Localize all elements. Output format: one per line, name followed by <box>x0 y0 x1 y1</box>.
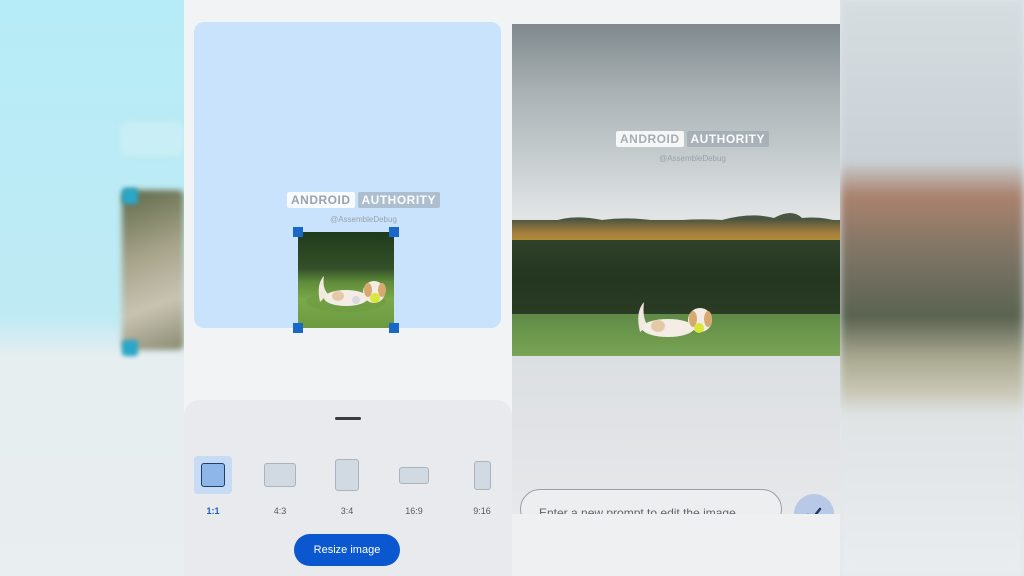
crop-handle-top-right[interactable] <box>389 227 399 237</box>
portrait-shape-icon <box>335 459 359 491</box>
dog-illustration <box>638 302 712 337</box>
crop-handle-top-left[interactable] <box>293 227 303 237</box>
crop-handle-bottom-left[interactable] <box>293 323 303 333</box>
bottom-strip <box>512 514 840 576</box>
result-preview-panel: ANDROID AUTHORITY @AssembleDebug Enter a… <box>512 0 840 534</box>
blurred-background-left <box>0 0 184 576</box>
expanded-image[interactable]: ANDROID AUTHORITY @AssembleDebug <box>512 24 840 356</box>
blurred-background-right <box>840 0 1024 576</box>
preview-top-bar <box>512 0 840 24</box>
treeline <box>512 220 840 240</box>
resize-canvas[interactable]: ANDROID AUTHORITY @AssembleDebug <box>194 22 501 333</box>
crop-handle-bottom-right[interactable] <box>389 323 399 333</box>
watermark-brand-part1: ANDROID <box>616 131 684 147</box>
aspect-ratio-9-16[interactable]: 9:16 <box>460 456 504 516</box>
watermark-handle: @AssembleDebug <box>330 215 397 224</box>
blurred-handle <box>122 188 138 204</box>
watermark-brand-part1: ANDROID <box>287 192 355 208</box>
watermark-brand-part2: AUTHORITY <box>686 131 769 147</box>
resize-image-button[interactable]: Resize image <box>294 534 400 566</box>
watermark-handle: @AssembleDebug <box>659 154 726 163</box>
resize-editor-panel: ANDROID AUTHORITY @AssembleDebug 1:1 4:3… <box>184 0 512 576</box>
aspect-ratio-1-1[interactable]: 1:1 <box>191 456 235 516</box>
wide-shape-icon <box>399 466 429 484</box>
square-shape-icon <box>201 463 225 487</box>
sheet-drag-handle[interactable] <box>335 417 361 420</box>
watermark: ANDROID AUTHORITY @AssembleDebug <box>287 192 440 224</box>
aspect-ratio-label: 4:3 <box>273 506 287 516</box>
aspect-ratio-sheet: 1:1 4:3 3:4 16:9 9:16 Resize image <box>184 400 512 576</box>
aspect-ratio-label: 9:16 <box>473 506 491 516</box>
aspect-ratio-label: 3:4 <box>340 506 354 516</box>
aspect-ratio-16-9[interactable]: 16:9 <box>392 456 436 516</box>
aspect-ratio-4-3[interactable]: 4:3 <box>258 456 302 516</box>
blurred-thumbnail <box>122 190 184 350</box>
source-image-thumbnail[interactable] <box>298 232 394 328</box>
blurred-chip <box>120 122 184 156</box>
aspect-ratio-label: 16:9 <box>405 506 423 516</box>
dog-illustration <box>306 276 386 312</box>
aspect-ratio-label: 1:1 <box>206 506 220 516</box>
watermark: ANDROID AUTHORITY @AssembleDebug <box>616 131 769 163</box>
blurred-handle <box>122 340 138 356</box>
aspect-ratio-3-4[interactable]: 3:4 <box>325 456 369 516</box>
tall-shape-icon <box>473 460 491 490</box>
prompt-area: Enter a new prompt to edit the image <box>512 356 840 534</box>
watermark-brand-part2: AUTHORITY <box>357 192 440 208</box>
landscape-shape-icon <box>264 463 296 487</box>
